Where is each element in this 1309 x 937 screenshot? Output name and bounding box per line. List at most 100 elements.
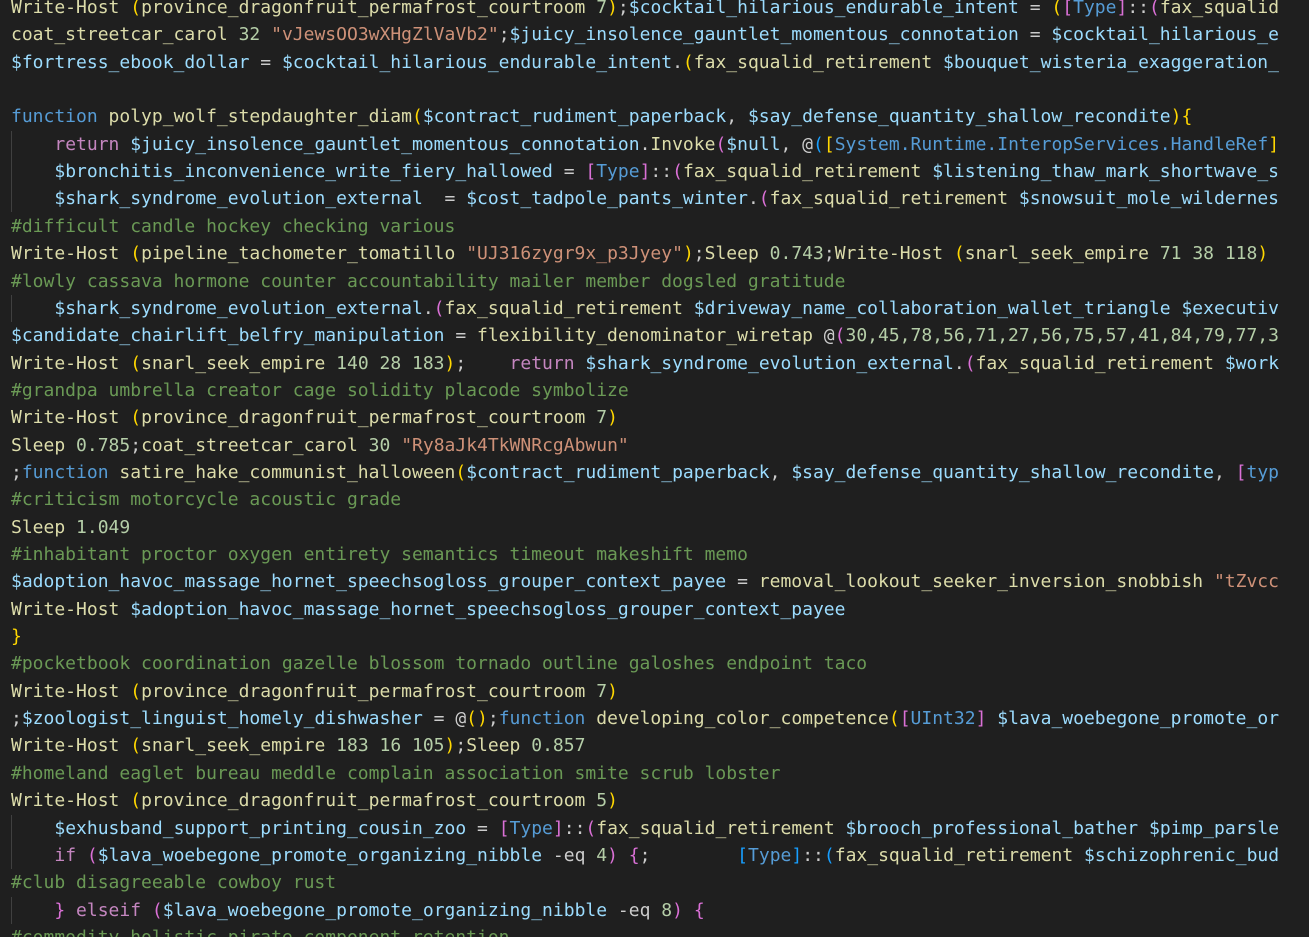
code-token: 7 <box>596 407 608 428</box>
code-token: Type <box>748 845 792 866</box>
code-token: 30 <box>368 435 391 456</box>
code-token: ( <box>130 790 142 811</box>
code-line[interactable]: if ($lava_woebegone_promote_organizing_n… <box>11 842 1279 869</box>
code-line[interactable]: $shark_syndrome_evolution_external = $co… <box>11 185 1279 212</box>
code-line[interactable]: Write-Host $adoption_havoc_massage_horne… <box>11 596 845 623</box>
code-line[interactable]: $shark_syndrome_evolution_external.(fax_… <box>11 295 1279 322</box>
code-token: ( <box>672 161 683 182</box>
code-line[interactable]: #pocketbook coordination gazelle blossom… <box>11 650 867 677</box>
code-line[interactable]: Write-Host (province_dragonfruit_permafr… <box>11 0 1279 21</box>
code-line[interactable]: Write-Host (province_dragonfruit_permafr… <box>11 678 618 705</box>
code-token: $snowsuit_mole_wildernes <box>1018 188 1279 209</box>
code-token: :: <box>650 161 673 182</box>
code-line[interactable]: function polyp_wolf_stepdaughter_diam($c… <box>11 103 1192 130</box>
code-token: Write-Host <box>11 681 120 702</box>
code-line[interactable]: coat_streetcar_carol 32 "vJewsOO3wXHgZlV… <box>11 21 1279 48</box>
code-line[interactable]: Write-Host (province_dragonfruit_permafr… <box>11 404 618 431</box>
code-token: $juicy_insolence_gauntlet_momentous_conn… <box>509 24 1019 45</box>
code-token: $lava_woebegone_promote_organizing_nibbl… <box>162 900 608 921</box>
code-token: fax_squalid_retirement <box>596 818 835 839</box>
code-token: $pimp_parsle <box>1148 818 1280 839</box>
code-token: "Ry8aJk4TkWNRcgAbwun" <box>401 435 629 456</box>
code-line[interactable]: Sleep 0.785;coat_streetcar_carol 30 "Ry8… <box>11 432 629 459</box>
code-token: { <box>693 900 705 921</box>
code-line[interactable]: #homeland eaglet bureau meddle complain … <box>11 760 780 787</box>
code-token: = <box>726 571 759 592</box>
code-token: . <box>672 52 683 73</box>
code-token: province_dragonfruit_permafrost_courtroo… <box>141 790 586 811</box>
code-token: { <box>628 845 640 866</box>
code-line[interactable]: $candidate_chairlift_belfry_manipulation… <box>11 322 1279 349</box>
code-token: [ <box>823 134 835 155</box>
code-token: Type <box>596 161 640 182</box>
code-line[interactable]: } <box>11 623 22 650</box>
code-line[interactable]: Sleep 1.049 <box>11 514 130 541</box>
code-token: typ <box>1246 462 1279 483</box>
code-token: ) <box>607 790 618 811</box>
code-token: 183 16 105 <box>336 735 445 756</box>
code-token: Write-Host <box>11 599 120 620</box>
code-token: [ <box>585 161 597 182</box>
code-line[interactable]: $fortress_ebook_dollar = $cocktail_hilar… <box>11 49 1279 76</box>
code-token: ] <box>791 845 803 866</box>
code-token: ] <box>639 161 651 182</box>
code-line[interactable]: Write-Host (pipeline_tachometer_tomatill… <box>11 240 1268 267</box>
code-token: if <box>54 845 77 866</box>
code-token: @ <box>455 708 467 729</box>
code-token: Sleep <box>11 435 66 456</box>
code-line[interactable]: } elseif ($lava_woebegone_promote_organi… <box>11 897 705 924</box>
code-token: "UJ316zygr9x_p3Jyey" <box>466 243 683 264</box>
code-token: $null <box>726 134 781 155</box>
code-line[interactable]: #lowly cassava hormone counter accountab… <box>11 268 845 295</box>
code-token: ( <box>151 900 163 921</box>
code-line[interactable]: ;$zoologist_linguist_homely_dishwasher =… <box>11 705 1279 732</box>
code-token: = <box>444 325 477 346</box>
code-token: coat_streetcar_carol <box>141 435 358 456</box>
code-token: 0.857 <box>531 735 586 756</box>
code-token: Write-Host <box>11 243 120 264</box>
code-line[interactable]: $adoption_havoc_massage_hornet_speechsog… <box>11 568 1279 595</box>
code-token: } <box>54 900 66 921</box>
code-token: 71 38 118 <box>1159 243 1258 264</box>
code-line[interactable]: return $juicy_insolence_gauntlet_momento… <box>11 131 1279 158</box>
code-token: fax_squalid <box>1159 0 1280 18</box>
code-token: ) <box>682 243 694 264</box>
code-line[interactable]: $bronchitis_inconvenience_write_fiery_ha… <box>11 158 1279 185</box>
code-token: province_dragonfruit_permafrost_courtroo… <box>141 407 586 428</box>
code-line[interactable]: #difficult candle hockey checking variou… <box>11 213 455 240</box>
code-token: ) <box>607 407 618 428</box>
code-line[interactable]: #club disagreeable cowboy rust <box>11 869 336 896</box>
code-line[interactable]: $exhusband_support_printing_cousin_zoo =… <box>11 815 1279 842</box>
code-line[interactable]: Write-Host (snarl_seek_empire 140 28 183… <box>11 350 1279 377</box>
code-line[interactable]: #criticism motorcycle acoustic grade <box>11 486 401 513</box>
code-token: , <box>780 134 803 155</box>
code-line[interactable]: #inhabitant proctor oxygen entirety sema… <box>11 541 748 568</box>
code-token: ( <box>411 106 423 127</box>
code-editor[interactable]: Write-Host (province_dragonfruit_permafr… <box>0 0 1309 937</box>
code-token: $bronchitis_inconvenience_write_fiery_ha… <box>54 161 553 182</box>
code-line[interactable]: #grandpa umbrella creator cage solidity … <box>11 377 629 404</box>
code-token: 0.743 <box>769 243 824 264</box>
code-token: Write-Host <box>11 353 120 374</box>
code-token: , <box>1213 462 1236 483</box>
code-line[interactable]: ;function satire_hake_communist_hallowee… <box>11 459 1279 486</box>
code-token: ; <box>823 243 835 264</box>
code-line[interactable]: Write-Host (province_dragonfruit_permafr… <box>11 787 618 814</box>
code-token: $bouquet_wisteria_exaggeration_ <box>943 52 1279 73</box>
code-token: $fortress_ebook_dollar <box>11 52 250 73</box>
code-token: :: <box>1127 0 1149 18</box>
code-line[interactable]: Write-Host (snarl_seek_empire 183 16 105… <box>11 732 585 759</box>
code-line[interactable]: #commodity holistic pirate component ret… <box>11 924 510 937</box>
code-token: 140 28 183 <box>336 353 445 374</box>
code-token: ) <box>444 353 456 374</box>
code-token: fax_squalid_retirement <box>975 353 1214 374</box>
